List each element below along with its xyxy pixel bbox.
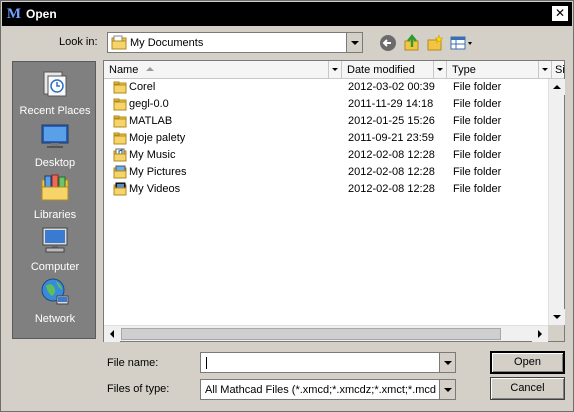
music-folder-icon xyxy=(113,148,127,162)
file-date-modified: 2012-01-25 15:26 xyxy=(348,115,435,127)
text-caret xyxy=(206,357,207,369)
place-label: Computer xyxy=(30,261,80,273)
dialog-title: Open xyxy=(26,7,57,21)
place-network[interactable]: Network xyxy=(13,276,97,325)
file-type: File folder xyxy=(453,115,502,127)
file-name-input[interactable] xyxy=(203,354,435,371)
file-date-modified: 2012-02-08 12:28 xyxy=(348,149,435,161)
folder-icon xyxy=(113,114,127,128)
scroll-right-button[interactable] xyxy=(532,326,548,342)
views-menu-icon[interactable] xyxy=(450,34,474,52)
folder-icon xyxy=(113,97,127,111)
look-in-dropdown-arrow[interactable] xyxy=(346,33,362,52)
scroll-corner xyxy=(548,325,564,341)
file-date-modified: 2012-03-02 00:39 xyxy=(348,81,435,93)
file-row[interactable]: gegl-0.0 2011-11-29 14:18 File folder xyxy=(104,96,550,113)
place-desktop[interactable]: Desktop xyxy=(13,120,97,169)
place-label: Desktop xyxy=(34,157,76,169)
column-header-size[interactable]: Si xyxy=(552,61,565,79)
look-in-label: Look in: xyxy=(59,36,98,48)
look-in-dropdown[interactable]: My Documents xyxy=(107,32,363,53)
column-header-label: Si xyxy=(555,64,565,76)
column-filter-dropdown[interactable] xyxy=(538,61,551,78)
scroll-left-button[interactable] xyxy=(104,326,120,342)
file-name: Moje palety xyxy=(129,132,186,144)
place-label: Libraries xyxy=(33,209,77,221)
file-type: File folder xyxy=(453,166,502,178)
file-row[interactable]: My Videos 2012-02-08 12:28 File folder xyxy=(104,181,550,198)
folder-icon xyxy=(113,131,127,145)
place-libraries[interactable]: Libraries xyxy=(13,172,97,221)
open-dialog: M Open ✕ Look in: My Documents Recent Pl… xyxy=(0,0,574,412)
network-icon xyxy=(41,278,69,305)
file-name: My Music xyxy=(129,149,176,161)
mathcad-app-icon: M xyxy=(6,6,22,22)
desktop-icon xyxy=(41,124,69,148)
file-row[interactable]: My Pictures 2012-02-08 12:28 File folder xyxy=(104,164,550,181)
column-header-name[interactable]: Name xyxy=(104,61,342,79)
file-name-dropdown-arrow[interactable] xyxy=(439,353,455,372)
open-button[interactable]: Open xyxy=(490,351,565,374)
column-filter-dropdown[interactable] xyxy=(328,61,341,78)
file-type: File folder xyxy=(453,149,502,161)
file-date-modified: 2011-11-29 14:18 xyxy=(348,98,434,110)
vertical-scrollbar[interactable] xyxy=(548,79,565,325)
horizontal-scroll-thumb[interactable] xyxy=(121,328,501,340)
pictures-folder-icon xyxy=(113,165,127,179)
place-label: Network xyxy=(34,313,76,325)
file-name: My Pictures xyxy=(129,166,187,178)
file-name-label: File name: xyxy=(107,357,159,369)
column-header-date-modified[interactable]: Date modified xyxy=(342,61,447,79)
files-of-type-dropdown-arrow[interactable] xyxy=(439,380,455,399)
column-header-type[interactable]: Type xyxy=(447,61,552,79)
cancel-button[interactable]: Cancel xyxy=(490,377,565,400)
look-in-value: My Documents xyxy=(130,37,204,49)
folder-icon xyxy=(113,80,127,94)
column-header-label: Date modified xyxy=(347,64,415,76)
file-type: File folder xyxy=(453,132,502,144)
up-folder-icon[interactable] xyxy=(403,34,421,52)
column-filter-dropdown[interactable] xyxy=(433,61,446,78)
file-name-combo[interactable] xyxy=(200,352,456,373)
column-header-label: Name xyxy=(109,64,139,76)
files-of-type-dropdown[interactable]: All Mathcad Files (*.xmcd;*.xmcdz;*.xmct… xyxy=(200,379,456,400)
place-computer[interactable]: Computer xyxy=(13,224,97,273)
close-icon: ✕ xyxy=(554,6,566,20)
file-name: Corel xyxy=(129,81,156,93)
close-button[interactable]: ✕ xyxy=(551,5,569,22)
scroll-up-button[interactable] xyxy=(549,79,565,95)
file-type: File folder xyxy=(453,81,502,93)
file-name: gegl-0.0 xyxy=(129,98,169,110)
horizontal-scrollbar[interactable] xyxy=(104,325,548,342)
file-date-modified: 2011-09-21 23:59 xyxy=(348,132,435,144)
file-row[interactable]: MATLAB 2012-01-25 15:26 File folder xyxy=(104,113,550,130)
documents-folder-icon xyxy=(111,35,127,50)
back-arrow-icon[interactable] xyxy=(379,34,397,52)
file-type: File folder xyxy=(453,98,502,110)
file-row[interactable]: My Music 2012-02-08 12:28 File folder xyxy=(104,147,550,164)
file-name: My Videos xyxy=(129,183,181,195)
videos-folder-icon xyxy=(113,182,127,196)
file-name: MATLAB xyxy=(129,115,173,127)
place-label: Recent Places xyxy=(19,105,91,117)
files-of-type-value: All Mathcad Files (*.xmcd;*.xmcdz;*.xmct… xyxy=(205,384,437,396)
file-row[interactable]: Moje palety 2011-09-21 23:59 File folder xyxy=(104,130,550,147)
new-folder-icon[interactable] xyxy=(426,34,444,52)
column-header-label: Type xyxy=(452,64,476,76)
file-date-modified: 2012-02-08 12:28 xyxy=(348,183,435,195)
file-list[interactable]: Name Date modified Type Si Corel 2012-03-… xyxy=(103,60,565,342)
libraries-icon xyxy=(41,174,69,201)
title-bar[interactable]: M Open ✕ xyxy=(2,2,572,26)
places-bar: Recent Places Desktop Libraries Computer… xyxy=(12,61,96,339)
place-recent-places[interactable]: Recent Places xyxy=(13,68,97,117)
recent-places-icon xyxy=(43,71,67,97)
file-type: File folder xyxy=(453,183,502,195)
file-row[interactable]: Corel 2012-03-02 00:39 File folder xyxy=(104,79,550,96)
scroll-down-button[interactable] xyxy=(549,309,565,325)
sort-ascending-icon xyxy=(146,67,154,71)
file-date-modified: 2012-02-08 12:28 xyxy=(348,166,435,178)
files-of-type-label: Files of type: xyxy=(107,383,170,395)
computer-icon xyxy=(42,227,68,253)
